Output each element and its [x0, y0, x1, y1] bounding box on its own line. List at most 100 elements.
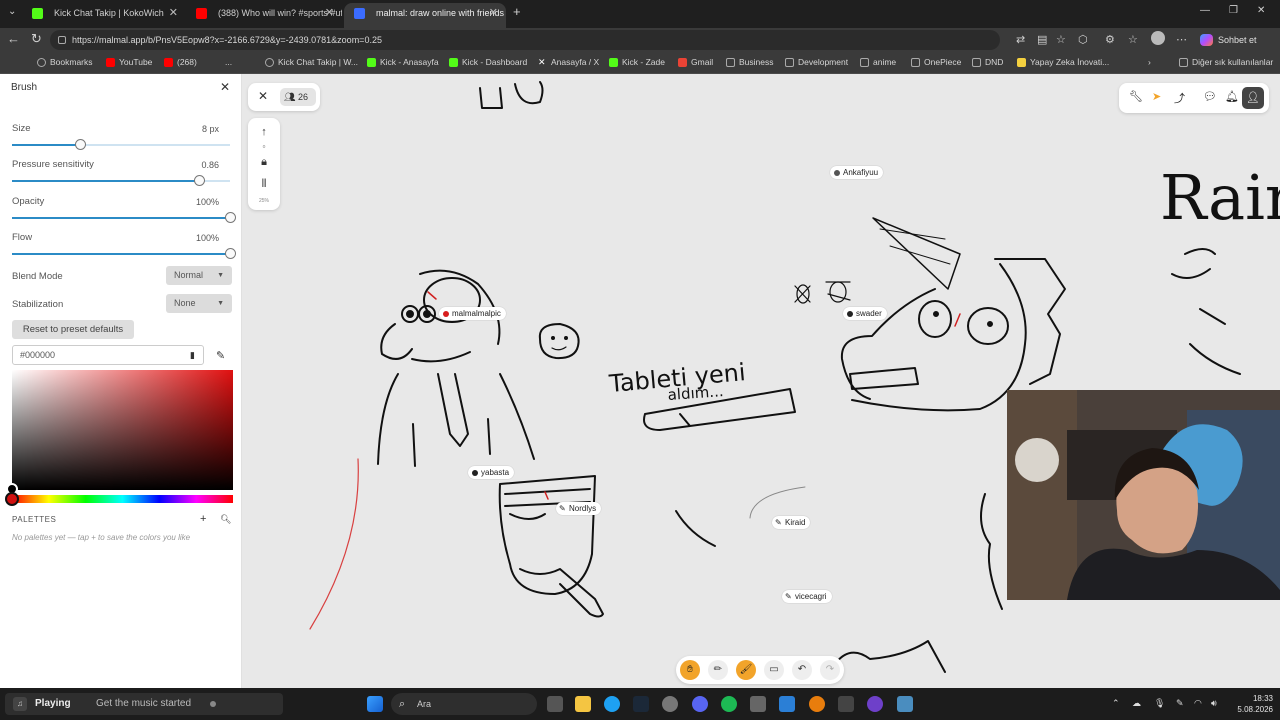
wrench-icon[interactable]: 🔧︎ — [1129, 90, 1143, 103]
share-icon[interactable]: ⤴ — [1174, 90, 1185, 106]
bookmark-folder[interactable]: Business — [726, 57, 774, 67]
system-clock[interactable]: 18:33 5.08.2026 — [1227, 693, 1273, 715]
tab-list-icon[interactable]: ⌄ — [8, 6, 16, 17]
bookmark-item[interactable]: Gmail — [678, 57, 713, 67]
vscode-icon[interactable] — [779, 696, 795, 712]
opacity-slider[interactable] — [12, 212, 236, 223]
new-tab-icon[interactable]: + — [513, 4, 521, 19]
favorites-icon[interactable]: ☆ — [1128, 33, 1138, 46]
edge-icon[interactable] — [604, 696, 620, 712]
windows-start-icon[interactable] — [367, 696, 383, 712]
pencil-tool-icon[interactable]: ✏︎ — [708, 660, 728, 680]
slider-handle[interactable] — [194, 175, 206, 186]
slider-handle[interactable] — [225, 212, 236, 223]
blend-mode-select[interactable]: Normal ▼ — [166, 266, 232, 285]
back-icon[interactable]: ← — [7, 31, 20, 46]
lock-icon[interactable]: 🔒︎ — [248, 156, 280, 169]
copilot-chat-button[interactable]: Sohbet et — [1198, 31, 1257, 49]
tray-chevron-icon[interactable]: ⌃ — [1112, 698, 1120, 709]
flow-slider[interactable] — [12, 248, 236, 259]
brush-tool-icon[interactable]: 🖌︎ — [736, 660, 756, 680]
github-icon[interactable] — [867, 696, 883, 712]
color-saturation-picker[interactable] — [12, 370, 233, 490]
bookmark-item[interactable]: YouTube — [106, 57, 152, 67]
settings-icon[interactable]: ⚙ — [1105, 33, 1115, 46]
volume-icon[interactable]: 🔊︎ — [1211, 698, 1217, 709]
tab-youtube[interactable]: (388) Who will win? #sports #ufc # ✕ — [186, 3, 342, 28]
close-icon[interactable]: ✕ — [220, 80, 230, 94]
bookmark-folder[interactable]: DND — [972, 57, 1003, 67]
bookmark-item[interactable]: Kick Chat Takip | W... — [265, 57, 358, 67]
url-field[interactable]: https://malmal.app/b/PnsV5Eopw8?x=-2166.… — [50, 30, 1000, 50]
app-icon[interactable] — [750, 696, 766, 712]
bookmark-item[interactable]: Kick - Zade — [609, 57, 665, 67]
bookmarks-chevron-icon[interactable]: › — [1148, 57, 1151, 67]
bookmark-folder[interactable]: Development — [785, 57, 848, 67]
reader-icon[interactable]: ▤ — [1037, 33, 1047, 46]
rectangle-tool-icon[interactable]: ▭ — [764, 660, 784, 680]
hex-color-input[interactable]: #000000 ▮ — [12, 345, 204, 365]
copy-icon[interactable]: ▮ — [190, 346, 195, 364]
bookmark-folder[interactable]: OnePiece — [911, 57, 961, 67]
bookmark-item[interactable]: Kick - Anasayfa — [367, 57, 439, 67]
hand-tool-icon[interactable]: ✋︎ — [680, 660, 700, 680]
hue-slider-handle[interactable] — [5, 492, 19, 506]
discord-icon[interactable] — [692, 696, 708, 712]
slider-handle[interactable] — [225, 248, 236, 259]
task-view-icon[interactable] — [547, 696, 563, 712]
cursor-icon[interactable]: ➤ — [1152, 90, 1161, 103]
translate-icon[interactable]: ⇄ — [1016, 33, 1025, 46]
fit-view-icon[interactable]: ⦀ — [248, 178, 280, 191]
search-icon[interactable]: 🔍︎ — [220, 514, 231, 525]
site-info-icon[interactable] — [58, 36, 66, 44]
size-slider[interactable] — [12, 139, 230, 150]
slider-handle[interactable] — [74, 139, 86, 150]
minimize-icon[interactable]: — — [1200, 5, 1210, 16]
taskbar-search[interactable]: ⌕ Ara — [391, 693, 537, 715]
pen-tray-icon[interactable]: ✎ — [1176, 698, 1184, 709]
app-icon[interactable] — [838, 696, 854, 712]
tray-app-icon[interactable]: ☁ — [1132, 698, 1141, 709]
undo-icon[interactable]: ↶ — [792, 660, 812, 680]
eyedropper-icon[interactable]: ✎ — [216, 349, 225, 362]
bookmark-item[interactable]: ✕ Anasayfa / X — [538, 57, 599, 67]
reload-icon[interactable]: ↻ — [31, 31, 42, 47]
obs-icon[interactable] — [662, 696, 678, 712]
wifi-icon[interactable]: ◠ — [1194, 698, 1202, 709]
star-icon[interactable]: ☆ — [1056, 33, 1066, 46]
bookmark-item[interactable]: Kick - Dashboard — [449, 57, 527, 67]
hue-slider[interactable] — [12, 495, 233, 503]
tab-malmal[interactable]: malmal: draw online with friends ✕ — [344, 3, 506, 28]
arrow-up-icon[interactable]: ↑ — [248, 126, 280, 138]
user-avatar[interactable]: 👤︎ — [1242, 87, 1264, 109]
spotify-icon[interactable] — [721, 696, 737, 712]
add-palette-icon[interactable]: + — [200, 513, 206, 525]
stabilization-select[interactable]: None ▼ — [166, 294, 232, 313]
redo-icon[interactable]: ↷ — [820, 660, 840, 680]
tab-kick-chat[interactable]: Kick Chat Takip | KokoWich ✕ — [22, 3, 186, 28]
blender-icon[interactable] — [809, 696, 825, 712]
close-tab-icon[interactable]: ✕ — [169, 3, 178, 24]
file-explorer-icon[interactable] — [575, 696, 591, 712]
extensions-icon[interactable]: ⬡ — [1078, 33, 1088, 46]
bookmark-item[interactable]: (268) — [164, 57, 197, 67]
restore-icon[interactable]: ❐ — [1229, 5, 1238, 16]
close-tab-icon[interactable]: ✕ — [325, 3, 334, 24]
profile-avatar[interactable] — [1151, 31, 1165, 45]
bookmark-overflow[interactable]: ... — [225, 57, 232, 67]
more-icon[interactable]: ⋯ — [1176, 33, 1187, 46]
bookmark-folder[interactable]: anime — [860, 57, 896, 67]
close-window-icon[interactable]: ✕ — [1257, 5, 1265, 16]
bookmark-item[interactable]: Bookmarks — [37, 57, 93, 67]
now-playing-widget[interactable]: ♫ Playing Get the music started — [5, 693, 283, 715]
user-count-button[interactable]: 👥︎ 26 — [280, 88, 316, 106]
close-tab-icon[interactable]: ✕ — [489, 3, 498, 24]
bookmark-folder[interactable]: Diğer sık kullanılanlar — [1179, 57, 1273, 67]
pressure-slider[interactable] — [12, 175, 230, 186]
bell-icon[interactable]: 🔔︎ — [1225, 90, 1239, 103]
app-icon[interactable] — [897, 696, 913, 712]
zoom-level[interactable]: 25% — [248, 198, 280, 204]
close-icon[interactable]: ✕ — [258, 89, 268, 103]
bookmark-item[interactable]: Yapay Zeka İnovati... — [1017, 57, 1109, 67]
microphone-icon[interactable]: 🎙︎ — [1154, 698, 1165, 709]
